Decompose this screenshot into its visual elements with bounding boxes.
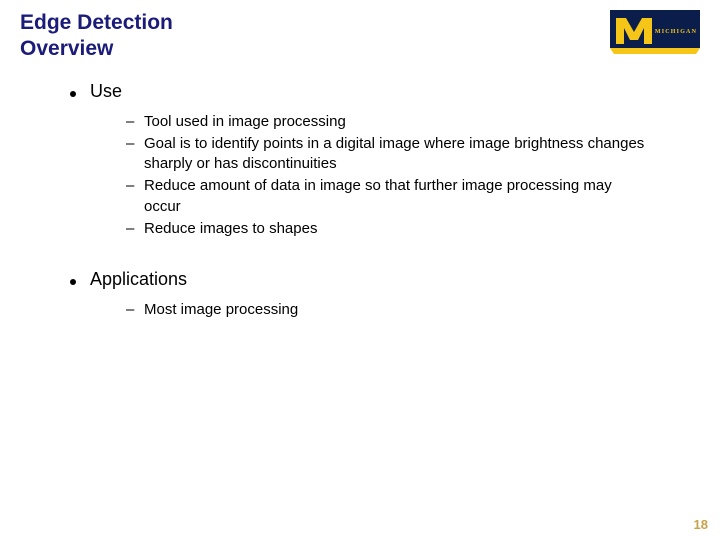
title-line-2: Overview bbox=[20, 37, 113, 60]
slide-title: Edge Detection Overview bbox=[20, 10, 173, 63]
title-line-1: Edge Detection bbox=[20, 11, 173, 34]
list-item: Reduce amount of data in image so that f… bbox=[126, 176, 646, 217]
section-heading: Use bbox=[70, 81, 700, 102]
section-heading: Applications bbox=[70, 269, 700, 290]
list-item: Most image processing bbox=[126, 300, 646, 320]
section-heading-text: Applications bbox=[90, 269, 187, 290]
list-item: Reduce images to shapes bbox=[126, 219, 646, 239]
page-number: 18 bbox=[694, 517, 708, 532]
section-applications-list: Most image processing bbox=[70, 290, 700, 320]
bullet-dot-icon bbox=[70, 279, 76, 285]
list-item: Tool used in image processing bbox=[126, 112, 646, 132]
bullet-dot-icon bbox=[70, 91, 76, 97]
section-applications: Applications Most image processing bbox=[70, 269, 700, 320]
slide-content: Use Tool used in image processing Goal i… bbox=[20, 63, 700, 321]
section-heading-text: Use bbox=[90, 81, 122, 102]
michigan-logo: MICHIGAN bbox=[610, 10, 700, 54]
slide-header: Edge Detection Overview MICHIGAN bbox=[20, 10, 700, 63]
section-use-list: Tool used in image processing Goal is to… bbox=[70, 102, 700, 240]
section-use: Use Tool used in image processing Goal i… bbox=[70, 81, 700, 240]
logo-text: MICHIGAN bbox=[655, 29, 697, 35]
list-item: Goal is to identify points in a digital … bbox=[126, 134, 646, 175]
